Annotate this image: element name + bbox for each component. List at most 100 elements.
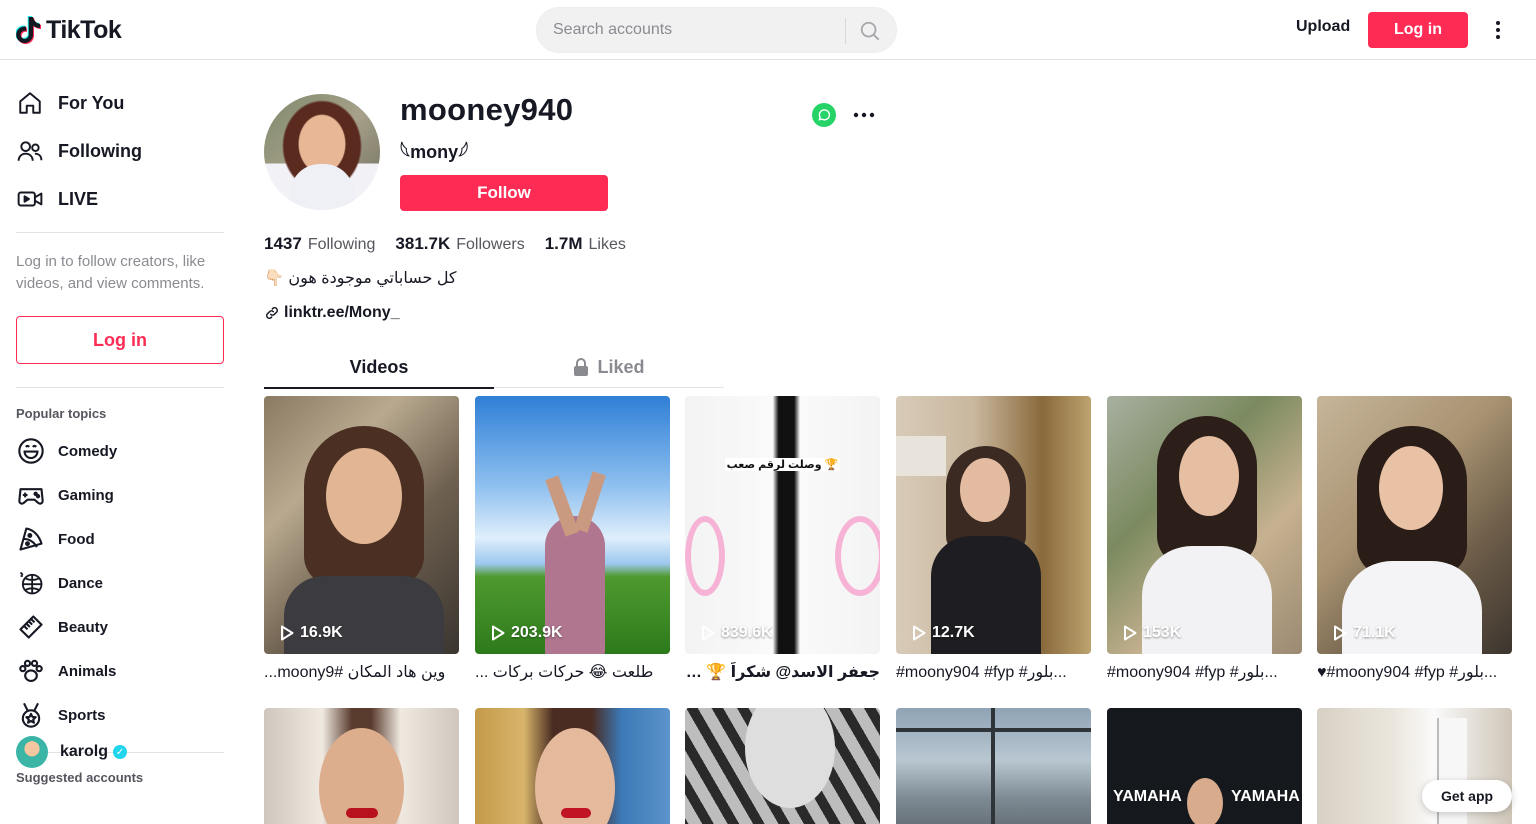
video-card[interactable]: [475, 708, 670, 824]
topic-label: Sports: [58, 706, 106, 724]
whatsapp-share-icon[interactable]: [812, 103, 836, 127]
tab-videos[interactable]: Videos: [264, 346, 494, 388]
search-button[interactable]: [855, 16, 885, 46]
tiktok-logo[interactable]: TikTok: [16, 14, 122, 46]
play-icon: [492, 625, 505, 641]
following-stat[interactable]: 1437 Following: [264, 234, 375, 254]
topic-label: Food: [58, 530, 95, 548]
video-thumbnail[interactable]: 71.1K: [1317, 396, 1512, 654]
video-caption[interactable]: جعفر الاسد@ شكراً 🏆 #mo...: [685, 662, 880, 682]
divider: [16, 387, 224, 388]
video-thumbnail[interactable]: وصلت لرقم صعب 🏆 839.6K: [685, 396, 880, 654]
upload-link[interactable]: Upload: [1296, 18, 1350, 36]
profile-stats: 1437 Following 381.7K Followers 1.7M Lik…: [264, 234, 626, 254]
gamepad-icon: [16, 480, 46, 510]
video-thumbnail[interactable]: [475, 708, 670, 824]
video-thumbnail[interactable]: 153K: [1107, 396, 1302, 654]
follow-button[interactable]: Follow: [400, 175, 608, 211]
popular-topics-title: Popular topics: [16, 406, 107, 421]
get-app-button[interactable]: Get app: [1422, 780, 1512, 812]
topic-label: Dance: [58, 574, 104, 592]
video-caption[interactable]: طلعت 😂 حركات بركات ...: [475, 662, 670, 682]
topic-beauty[interactable]: Beauty: [16, 609, 226, 645]
nav-label: For You: [58, 92, 125, 113]
video-thumbnail[interactable]: [896, 708, 1091, 824]
video-caption[interactable]: ♥#moony904 #fyp #بلور...: [1317, 662, 1512, 682]
view-count: 153K: [1123, 624, 1181, 642]
video-card[interactable]: وصلت لرقم صعب 🏆 839.6K جعفر الاسد@ شكراً…: [685, 396, 880, 682]
divider: [16, 232, 224, 233]
live-icon: [16, 185, 44, 213]
view-count: 16.9K: [280, 624, 343, 642]
video-overlay-text: وصلت لرقم صعب 🏆: [725, 458, 840, 471]
followers-count: 381.7K: [395, 234, 451, 253]
video-thumbnail[interactable]: 12.7K: [896, 396, 1091, 654]
video-card[interactable]: [685, 708, 880, 824]
video-card[interactable]: [896, 708, 1091, 824]
nav-for-you[interactable]: For You: [16, 83, 226, 123]
nav-label: Following: [58, 140, 142, 161]
profile-more-button[interactable]: [852, 106, 876, 124]
followers-label: Followers: [456, 236, 525, 253]
avatar: [16, 736, 48, 768]
following-label: Following: [307, 236, 376, 253]
topic-animals[interactable]: Animals: [16, 653, 226, 689]
video-thumbnail[interactable]: YAMAHA YAMAHA: [1107, 708, 1302, 824]
more-menu-button[interactable]: [1486, 18, 1510, 42]
tiktok-logo-icon: [16, 16, 41, 45]
video-card[interactable]: 153K #moony904 #fyp #بلور...: [1107, 396, 1302, 682]
tab-label: Liked: [597, 356, 645, 377]
sidebar-login-button[interactable]: Log in: [16, 316, 224, 364]
likes-stat: 1.7M Likes: [545, 234, 626, 254]
profile-username: mooney940: [400, 92, 574, 127]
video-card[interactable]: YAMAHA YAMAHA: [1107, 708, 1302, 824]
home-icon: [16, 89, 44, 117]
likes-count: 1.7M: [544, 234, 583, 253]
profile-link[interactable]: linktr.ee/Mony_: [264, 304, 400, 322]
suggested-account[interactable]: karolg ✓: [16, 736, 128, 768]
people-icon: [16, 137, 44, 165]
topic-dance[interactable]: Dance: [16, 565, 226, 601]
view-count: 203.9K: [491, 624, 563, 642]
topic-comedy[interactable]: Comedy: [16, 433, 226, 469]
active-tab-indicator: [264, 387, 494, 389]
account-name: karolg: [60, 743, 109, 760]
login-button[interactable]: Log in: [1368, 12, 1468, 48]
video-card[interactable]: 12.7K #moony904 #fyp #بلور...: [896, 396, 1091, 682]
nav-label: LIVE: [58, 188, 99, 209]
search-divider: [845, 18, 846, 44]
profile-avatar: [264, 94, 380, 210]
nav-following[interactable]: Following: [16, 131, 226, 171]
nav-live[interactable]: LIVE: [16, 179, 226, 219]
play-icon: [702, 625, 715, 641]
search-input[interactable]: [553, 8, 843, 52]
search-icon: [860, 21, 880, 41]
video-caption[interactable]: #moony904 #fyp #بلور...: [896, 662, 1091, 682]
video-thumbnail[interactable]: 203.9K: [475, 396, 670, 654]
video-card[interactable]: 16.9K وين هاد المكان #moony9...: [264, 396, 459, 682]
profile-nickname: 𓆩mony𓆪: [400, 142, 469, 162]
video-card[interactable]: 203.9K طلعت 😂 حركات بركات ...: [475, 396, 670, 682]
paw-icon: [16, 656, 46, 686]
video-caption[interactable]: #moony904 #fyp #بلور...: [1107, 662, 1302, 682]
video-caption[interactable]: وين هاد المكان #moony9...: [264, 662, 459, 682]
profile-bio: كل حساباتي موجودة هون 👇🏻: [264, 270, 457, 287]
video-card[interactable]: 71.1K ♥#moony904 #fyp #بلور...: [1317, 396, 1512, 682]
topic-gaming[interactable]: Gaming: [16, 477, 226, 513]
topic-food[interactable]: Food: [16, 521, 226, 557]
video-thumbnail[interactable]: [685, 708, 880, 824]
topic-label: Comedy: [58, 442, 118, 460]
sidebar: For You Following LIVE Log in to follow …: [0, 61, 240, 824]
view-count: 71.1K: [1333, 624, 1396, 642]
followers-stat[interactable]: 381.7K Followers: [395, 234, 524, 254]
horizontal-dots-icon: [853, 112, 875, 118]
video-card[interactable]: [264, 708, 459, 824]
top-bar: TikTok Upload Log in: [0, 0, 1536, 60]
video-thumbnail[interactable]: 16.9K: [264, 396, 459, 654]
video-thumbnail[interactable]: [264, 708, 459, 824]
view-count: 12.7K: [912, 624, 975, 642]
tab-liked[interactable]: Liked: [494, 346, 724, 388]
link-text: linktr.ee/Mony_: [284, 304, 400, 321]
topic-sports[interactable]: Sports: [16, 697, 226, 733]
yamaha-sign: YAMAHA: [1113, 788, 1182, 805]
